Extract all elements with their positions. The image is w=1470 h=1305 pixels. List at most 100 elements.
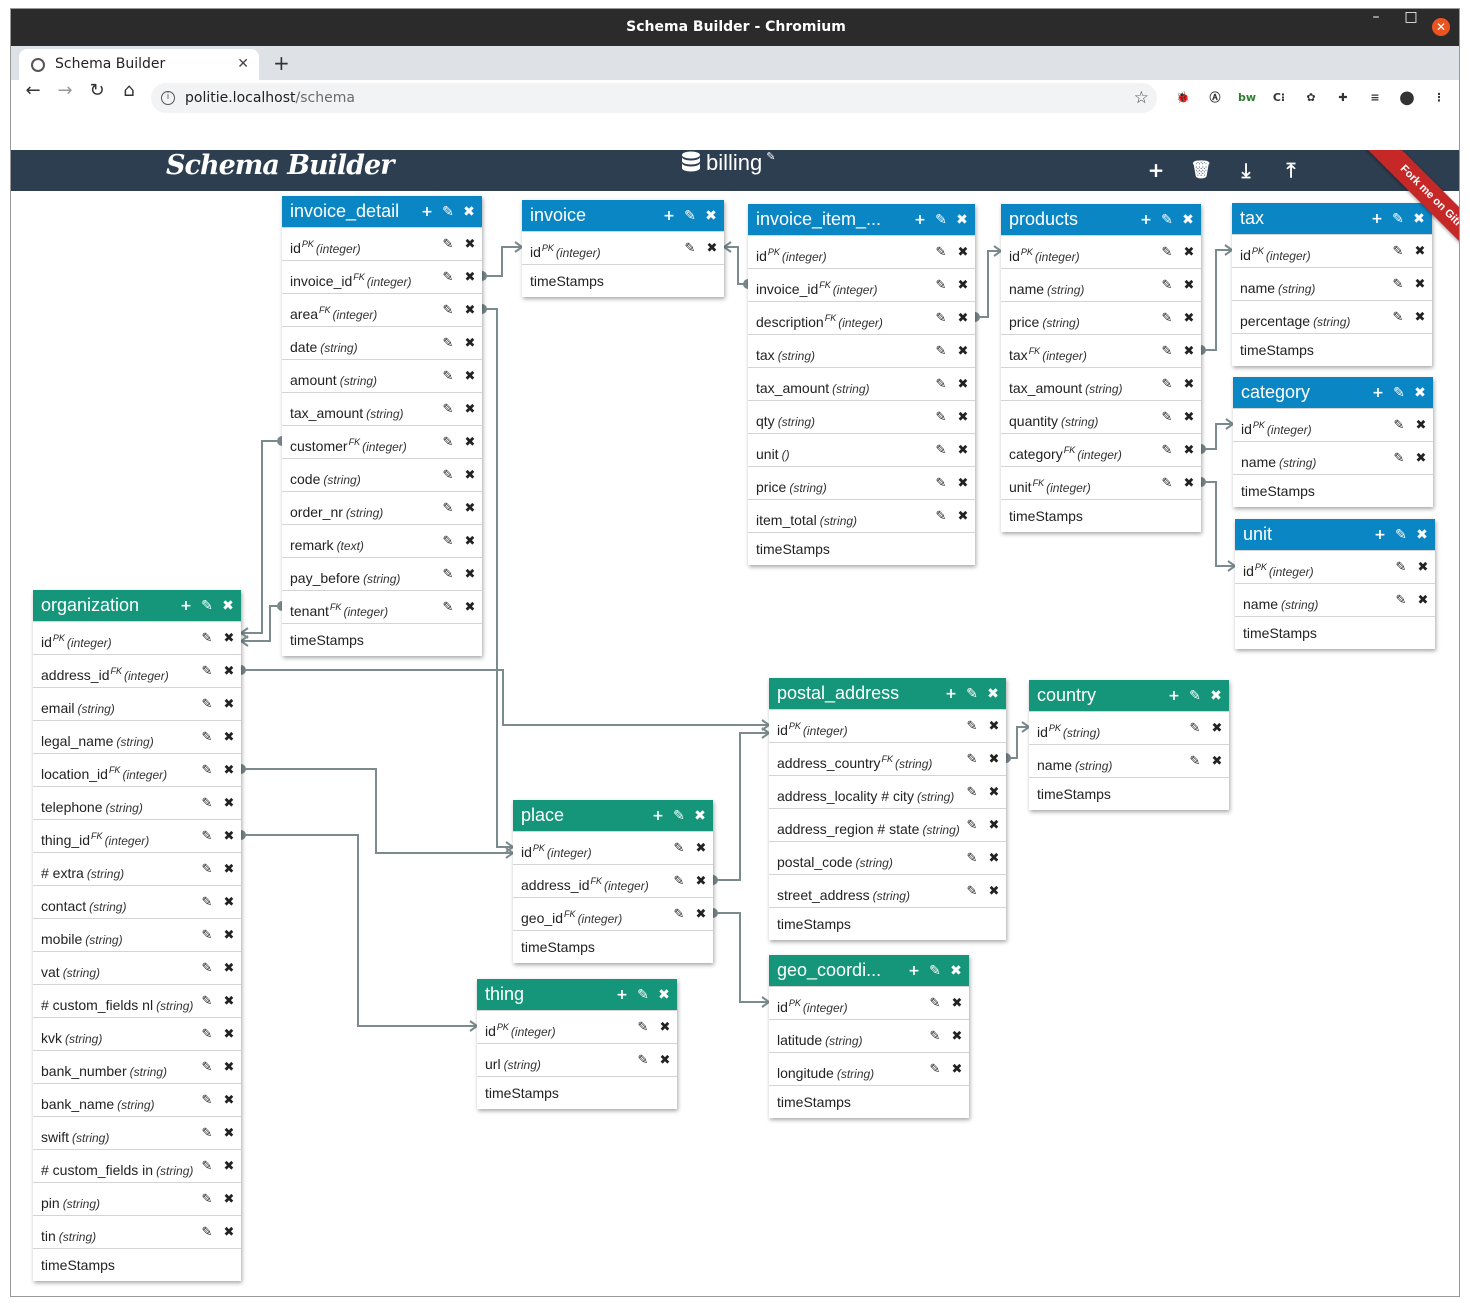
edit-column-icon[interactable]: ✎ (442, 369, 454, 384)
add-column-icon[interactable]: + (1373, 527, 1387, 543)
edit-column-icon[interactable]: ✎ (201, 664, 213, 679)
column-row[interactable]: # custom_fields in (string) ✎ ✖ (33, 1149, 241, 1182)
edit-column-icon[interactable]: ✎ (442, 336, 454, 351)
column-row[interactable]: price (string) ✎ ✖ (748, 466, 975, 499)
edit-column-icon[interactable]: ✎ (201, 697, 213, 712)
edit-column-icon[interactable]: ✎ (1189, 721, 1201, 736)
column-row[interactable]: idPK (integer) ✎ ✖ (769, 986, 969, 1019)
edit-column-icon[interactable]: ✎ (1395, 593, 1407, 608)
table-country[interactable]: country + ✎ ✖ idPK (string) ✎ ✖ name (string) ✎ ✖ ti… (1029, 680, 1229, 810)
add-table-button[interactable]: + (1143, 157, 1169, 183)
column-row[interactable]: geo_idFK (integer) ✎ ✖ (513, 897, 713, 930)
add-column-icon[interactable]: + (651, 808, 665, 824)
delete-column-icon[interactable]: ✖ (1183, 410, 1195, 425)
delete-column-icon[interactable]: ✖ (957, 377, 969, 392)
column-row[interactable]: price (string) ✎ ✖ (1001, 301, 1201, 334)
reload-button[interactable]: ↻ (83, 80, 111, 116)
menu-icon[interactable]: ⋮ (1429, 88, 1449, 108)
edit-column-icon[interactable]: ✎ (201, 1027, 213, 1042)
delete-column-icon[interactable]: ✖ (223, 1093, 235, 1108)
column-row[interactable]: descriptionFK (integer) ✎ ✖ (748, 301, 975, 334)
edit-table-icon[interactable]: ✎ (1160, 212, 1174, 228)
delete-column-icon[interactable]: ✖ (957, 245, 969, 260)
delete-column-icon[interactable]: ✖ (659, 1053, 671, 1068)
column-row[interactable]: idPK (integer) ✎ ✖ (282, 227, 482, 260)
edit-column-icon[interactable]: ✎ (1161, 344, 1173, 359)
media-icon[interactable]: ≡ (1365, 88, 1385, 108)
edit-column-icon[interactable]: ✎ (442, 501, 454, 516)
delete-table-icon[interactable]: ✖ (1415, 527, 1429, 543)
column-row[interactable]: kvk (string) ✎ ✖ (33, 1017, 241, 1050)
delete-column-icon[interactable]: ✖ (464, 435, 476, 450)
delete-column-icon[interactable]: ✖ (988, 851, 1000, 866)
table-title-bar[interactable]: country + ✎ ✖ (1029, 680, 1229, 711)
forward-button[interactable]: → (51, 80, 79, 116)
edit-column-icon[interactable]: ✎ (442, 303, 454, 318)
delete-column-icon[interactable]: ✖ (1183, 377, 1195, 392)
edit-column-icon[interactable]: ✎ (442, 402, 454, 417)
delete-column-icon[interactable]: ✖ (223, 928, 235, 943)
column-row[interactable]: address_region # state (string) ✎ ✖ (769, 808, 1006, 841)
add-column-icon[interactable]: + (1167, 688, 1181, 704)
column-row[interactable]: quantity (string) ✎ ✖ (1001, 400, 1201, 433)
column-row[interactable]: categoryFK (integer) ✎ ✖ (1001, 433, 1201, 466)
edit-column-icon[interactable]: ✎ (935, 509, 947, 524)
column-row[interactable]: unitFK (integer) ✎ ✖ (1001, 466, 1201, 499)
column-row[interactable]: unit() ✎ ✖ (748, 433, 975, 466)
column-row[interactable]: contact (string) ✎ ✖ (33, 885, 241, 918)
delete-table-icon[interactable]: ✖ (986, 686, 1000, 702)
edit-column-icon[interactable]: ✎ (929, 1029, 941, 1044)
add-column-icon[interactable]: + (907, 963, 921, 979)
column-row[interactable]: vat (string) ✎ ✖ (33, 951, 241, 984)
column-row[interactable]: address_locality # city (string) ✎ ✖ (769, 775, 1006, 808)
edit-column-icon[interactable]: ✎ (929, 996, 941, 1011)
delete-column-icon[interactable]: ✖ (223, 631, 235, 646)
delete-column-icon[interactable]: ✖ (988, 719, 1000, 734)
edit-column-icon[interactable]: ✎ (442, 534, 454, 549)
edit-column-icon[interactable]: ✎ (1161, 377, 1173, 392)
delete-column-icon[interactable]: ✖ (223, 1192, 235, 1207)
column-row[interactable]: idPK (integer) ✎ ✖ (1001, 235, 1201, 268)
column-row[interactable]: idPK (integer) ✎ ✖ (1233, 408, 1433, 441)
edit-column-icon[interactable]: ✎ (442, 435, 454, 450)
column-row[interactable]: name (string) ✎ ✖ (1029, 744, 1229, 777)
address-bar[interactable]: i politie.localhost/schema ☆ (151, 83, 1157, 113)
profile-icon[interactable]: ● (1397, 88, 1417, 108)
column-row[interactable]: pin (string) ✎ ✖ (33, 1182, 241, 1215)
edit-column-icon[interactable]: ✎ (935, 410, 947, 425)
github-ribbon[interactable]: Fork me on GitHub (1347, 150, 1459, 274)
edit-column-icon[interactable]: ✎ (637, 1053, 649, 1068)
delete-column-icon[interactable]: ✖ (464, 402, 476, 417)
edit-column-icon[interactable]: ✎ (966, 884, 978, 899)
delete-column-icon[interactable]: ✖ (957, 476, 969, 491)
column-row[interactable]: idPK (integer) ✎ ✖ (522, 231, 724, 264)
delete-column-icon[interactable]: ✖ (223, 862, 235, 877)
edit-table-icon[interactable]: ✎ (1394, 527, 1408, 543)
delete-table-icon[interactable]: ✖ (1181, 212, 1195, 228)
column-row[interactable]: idPK (integer) ✎ ✖ (748, 235, 975, 268)
delete-column-icon[interactable]: ✖ (957, 410, 969, 425)
column-row[interactable]: idPK (integer) ✎ ✖ (513, 831, 713, 864)
edit-column-icon[interactable]: ✎ (201, 1192, 213, 1207)
column-row[interactable]: # extra (string) ✎ ✖ (33, 852, 241, 885)
edit-table-icon[interactable]: ✎ (441, 204, 455, 220)
column-row[interactable]: idPK (integer) ✎ ✖ (769, 709, 1006, 742)
delete-column-icon[interactable]: ✖ (951, 1029, 963, 1044)
delete-column-icon[interactable]: ✖ (1183, 443, 1195, 458)
delete-column-icon[interactable]: ✖ (957, 311, 969, 326)
home-button[interactable]: ⌂ (115, 80, 143, 116)
column-row[interactable]: tin (string) ✎ ✖ (33, 1215, 241, 1248)
table-title-bar[interactable]: products + ✎ ✖ (1001, 204, 1201, 235)
edit-column-icon[interactable]: ✎ (201, 1159, 213, 1174)
close-window-button[interactable]: ✕ (1432, 18, 1450, 36)
add-column-icon[interactable]: + (420, 204, 434, 220)
delete-column-icon[interactable]: ✖ (1414, 310, 1426, 325)
delete-column-icon[interactable]: ✖ (223, 796, 235, 811)
edit-column-icon[interactable]: ✎ (1161, 443, 1173, 458)
column-row[interactable]: telephone (string) ✎ ✖ (33, 786, 241, 819)
edit-table-icon[interactable]: ✎ (636, 987, 650, 1003)
delete-column-icon[interactable]: ✖ (1183, 245, 1195, 260)
delete-column-icon[interactable]: ✖ (951, 1062, 963, 1077)
delete-column-icon[interactable]: ✖ (659, 1020, 671, 1035)
edit-column-icon[interactable]: ✎ (966, 785, 978, 800)
